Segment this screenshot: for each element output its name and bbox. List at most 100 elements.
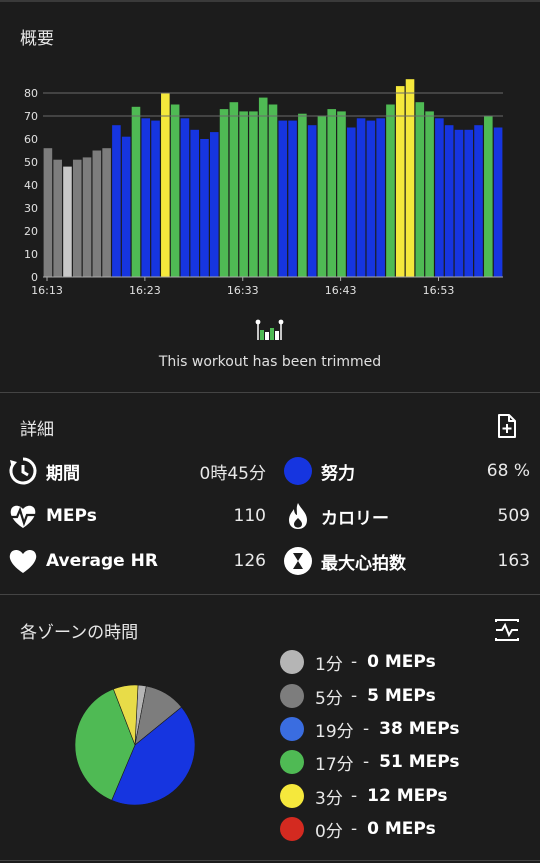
- stat-duration: 期間 0時45分: [8, 454, 266, 488]
- zone-meps: 5 MEPs: [367, 686, 436, 706]
- hr-bar: [376, 118, 385, 277]
- zone-meps: 12 MEPs: [367, 786, 448, 806]
- hr-bar: [288, 120, 297, 277]
- top-divider: [0, 0, 540, 2]
- hr-bar: [239, 111, 248, 278]
- stat-value: 0時45分: [199, 463, 266, 484]
- stat-value: 509: [497, 506, 530, 526]
- zone-chart-toggle-icon[interactable]: [493, 616, 521, 644]
- y-tick-label: 10: [24, 248, 38, 261]
- hr-bar: [317, 116, 327, 277]
- hr-bar: [141, 118, 151, 277]
- effort-dot-icon: [283, 456, 313, 486]
- zone-meps: 38 MEPs: [379, 719, 460, 739]
- hr-bar: [454, 129, 464, 277]
- zone-separator: -: [363, 752, 370, 772]
- y-tick-label: 50: [24, 156, 38, 169]
- hr-bar: [219, 109, 229, 277]
- zone-minutes: 5分: [315, 688, 343, 709]
- section-divider: [0, 392, 540, 393]
- stat-effort: 努力 68 %: [283, 454, 530, 488]
- trim-chart-icon: [255, 319, 284, 340]
- zone-color-dot: [280, 750, 304, 774]
- zone-color-dot: [280, 684, 304, 708]
- x-tick-label: 16:13: [31, 284, 63, 297]
- zone-row: 5分 -5 MEPs: [280, 682, 436, 710]
- stat-label: カロリー: [321, 508, 389, 529]
- hourglass-icon: [283, 546, 313, 576]
- y-tick-label: 60: [24, 133, 38, 146]
- hr-bar: [63, 166, 72, 277]
- zone-minutes: 3分: [315, 788, 343, 809]
- zone-minutes: 17分: [315, 754, 354, 775]
- hr-bar: [435, 118, 444, 277]
- zone-meps: 0 MEPs: [367, 819, 436, 839]
- x-tick-label: 16:23: [129, 284, 161, 297]
- zone-meps: 51 MEPs: [379, 752, 460, 772]
- zone-minutes: 0分: [315, 821, 343, 842]
- hr-bar: [356, 118, 366, 277]
- hr-bar: [112, 125, 121, 277]
- heart-icon: [8, 546, 38, 576]
- hr-bar: [43, 148, 53, 277]
- duration-icon: [8, 456, 38, 486]
- hr-bar: [151, 120, 160, 277]
- section-divider: [0, 594, 540, 595]
- section-divider: [0, 860, 540, 861]
- zone-color-dot: [280, 817, 304, 841]
- y-tick-label: 80: [24, 87, 38, 100]
- x-tick-label: 16:53: [423, 284, 455, 297]
- stat-label: 期間: [46, 463, 80, 484]
- trim-message: This workout has been trimmed: [158, 354, 382, 370]
- hr-bar: [209, 132, 219, 277]
- hr-bar: [258, 97, 268, 277]
- zone-separator: -: [351, 652, 358, 672]
- stat-value: 110: [233, 506, 266, 526]
- hr-bar: [347, 127, 356, 277]
- hr-bar: [200, 139, 209, 277]
- zone-minutes: 1分: [315, 654, 343, 675]
- hr-bar: [444, 125, 454, 277]
- y-tick-label: 0: [31, 271, 38, 284]
- hr-bar: [229, 102, 239, 277]
- x-tick-label: 16:33: [227, 284, 259, 297]
- stat-calories: カロリー 509: [283, 499, 530, 533]
- hr-bar: [278, 120, 288, 277]
- file-add-icon[interactable]: [492, 412, 520, 440]
- stat-label: Average HR: [46, 551, 158, 571]
- overview-title: 概要: [20, 29, 54, 49]
- stat-max-hr: 最大心拍数 163: [283, 544, 530, 578]
- zone-row: 1分 -0 MEPs: [280, 648, 436, 676]
- zone-separator: -: [363, 719, 370, 739]
- hr-bar: [180, 118, 190, 277]
- zone-row: 3分 -12 MEPs: [280, 782, 448, 810]
- hr-bar: [425, 111, 434, 278]
- y-tick-label: 30: [24, 202, 38, 215]
- flame-icon: [283, 501, 313, 531]
- zone-row: 0分 -0 MEPs: [280, 815, 436, 843]
- zone-minutes: 19分: [315, 721, 354, 742]
- hr-bar: [82, 157, 92, 277]
- hr-bar: [170, 104, 180, 277]
- hr-bar: [366, 120, 376, 277]
- hr-bar: [249, 111, 258, 278]
- hr-bar: [121, 136, 131, 277]
- heart-pulse-icon: [8, 501, 38, 531]
- hr-bar: [131, 106, 141, 277]
- zone-color-dot: [280, 784, 304, 808]
- zone-pie-chart: [74, 684, 196, 806]
- hr-bar: [415, 102, 425, 277]
- hr-bar: [474, 125, 483, 277]
- hr-bar: [190, 129, 199, 277]
- zone-row: 17分 -51 MEPs: [280, 748, 460, 776]
- stat-average-hr: Average HR 126: [8, 544, 266, 578]
- stat-label: MEPs: [46, 506, 97, 526]
- stat-value: 163: [497, 551, 530, 571]
- stat-value: 126: [233, 551, 266, 571]
- zone-meps: 0 MEPs: [367, 652, 436, 672]
- stat-label: 最大心拍数: [321, 553, 406, 574]
- stat-meps: MEPs 110: [8, 499, 266, 533]
- y-tick-label: 20: [24, 225, 38, 238]
- heart-rate-bar-chart: 0 10 20 30 40 50 60 70 80 16:13 16:23 16:33 16:43 16:…: [24, 79, 503, 297]
- hr-bar: [298, 113, 307, 277]
